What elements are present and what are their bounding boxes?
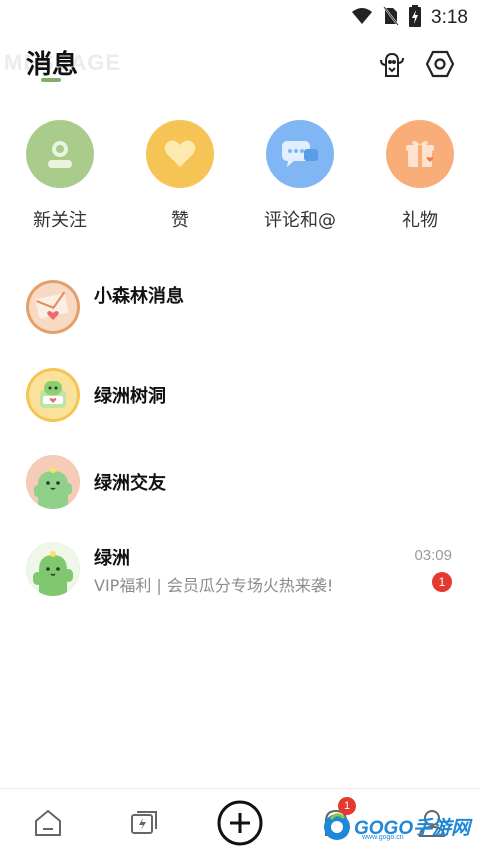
envelope-avatar-icon [26,280,80,334]
nav-flash[interactable] [120,799,168,847]
no-sim-icon [383,6,399,30]
conversation-name: 小森林消息 [94,286,184,307]
conversation-item[interactable]: 小森林消息 [0,268,480,348]
watermark-logo: GOGO手游网 www.gogo.cn [322,802,472,850]
quick-actions: 新关注 赞 评论和@ 礼物 [0,120,480,240]
flash-chat-icon [131,811,157,834]
quick-gifts[interactable]: 礼物 [360,120,480,232]
home-icon [35,809,61,836]
header: MESSAGE 消息 [0,36,480,90]
quick-label: 评论和@ [264,210,336,231]
conversation-name: 绿洲树洞 [94,386,166,407]
comment-icon [266,120,334,188]
settings-button[interactable] [424,48,456,80]
conversation-name: 绿洲交友 [94,473,166,494]
conversation-item[interactable]: 绿洲树洞 [0,368,480,448]
quick-new-followers[interactable]: 新关注 [0,120,120,232]
unread-badge: 1 [432,572,452,592]
follow-icon [26,120,94,188]
nav-home[interactable] [24,799,72,847]
cactus-gift-button[interactable] [376,48,408,80]
status-icons: 3:18 [351,5,468,31]
title-underline [41,78,61,82]
cactus-gift-icon [380,52,404,77]
cactus-avatar-icon [26,542,80,596]
watermark-logo-icon [324,813,350,840]
like-heart-icon [146,120,214,188]
gift-icon [386,120,454,188]
page-title: 消息 [26,50,79,80]
wifi-icon [351,7,373,29]
quick-label: 新关注 [33,210,87,231]
create-plus-icon [217,800,263,846]
quick-comments[interactable]: 评论和@ [240,120,360,232]
conversation-item[interactable]: 绿洲交友 [0,455,480,535]
quick-label: 礼物 [402,210,438,231]
cactus-friend-avatar-icon [26,455,80,509]
nav-create[interactable] [216,799,264,847]
conversation-time: 03:09 [414,547,452,564]
battery-charging-icon [409,5,422,31]
quick-likes[interactable]: 赞 [120,120,240,232]
status-bar: 3:18 [0,0,480,34]
quick-label: 赞 [171,210,189,231]
conversation-preview: VIP福利 | 会员瓜分专场火热来袭! [94,576,334,595]
conversation-name: 绿洲 [94,548,130,569]
watermark-subtext: www.gogo.cn [362,834,404,841]
conversation-item[interactable]: 绿洲 03:09 VIP福利 | 会员瓜分专场火热来袭! 1 [0,540,480,620]
settings-icon [425,50,455,78]
status-time: 3:18 [431,7,468,28]
cactus-mailbox-avatar-icon [26,368,80,422]
